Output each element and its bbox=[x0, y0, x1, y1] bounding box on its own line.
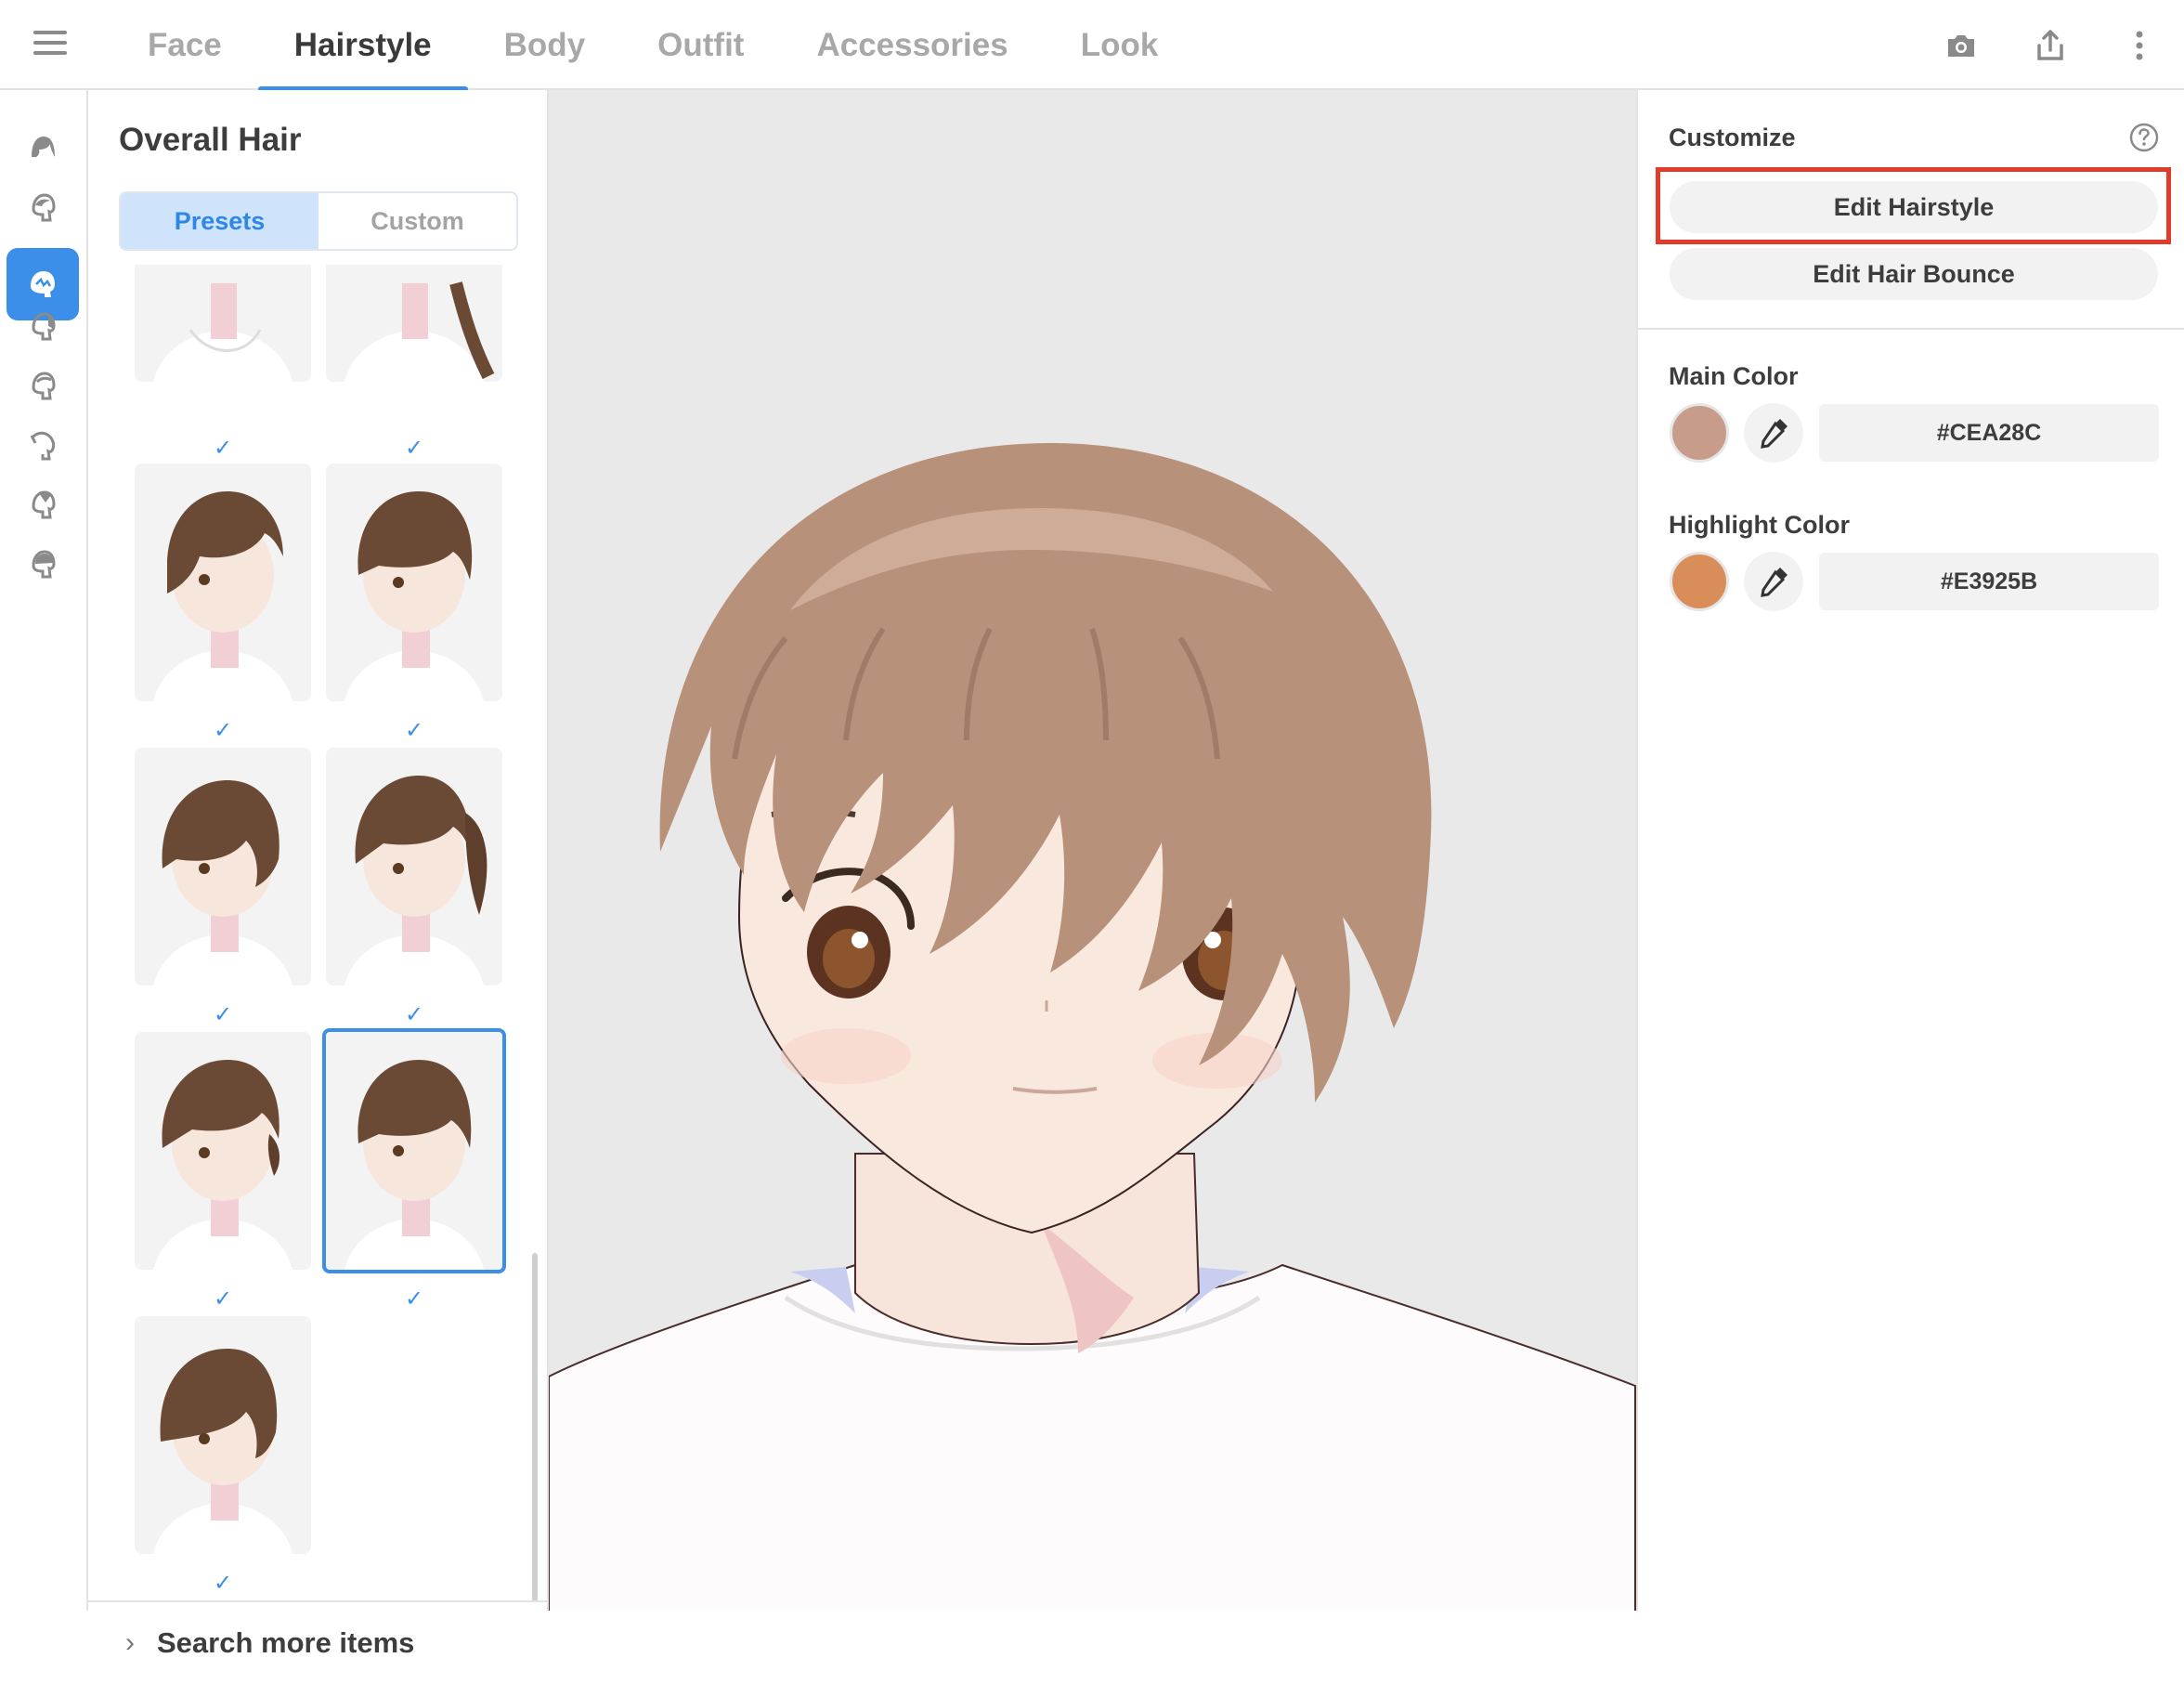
preset-check: ✓ bbox=[404, 1002, 424, 1027]
preset-thumb-selected[interactable] bbox=[322, 1028, 506, 1273]
search-more-label: Search more items bbox=[157, 1626, 415, 1659]
preset-thumb[interactable] bbox=[326, 265, 502, 382]
highlight-color-label: Highlight Color bbox=[1669, 511, 1850, 539]
edit-hairstyle-button[interactable]: Edit Hairstyle bbox=[1670, 181, 2158, 233]
presets-tab[interactable]: Presets bbox=[121, 193, 318, 249]
preset-check: ✓ bbox=[213, 1571, 233, 1596]
main-color-hex-input[interactable] bbox=[1819, 404, 2159, 462]
preset-thumb[interactable] bbox=[135, 1316, 311, 1554]
chevron-right-icon: › bbox=[125, 1627, 135, 1658]
hair-category-rail bbox=[0, 90, 88, 1611]
tab-accessories[interactable]: Accessories bbox=[780, 0, 1044, 90]
preset-check: ✓ bbox=[404, 718, 424, 743]
preset-thumb[interactable] bbox=[326, 748, 502, 986]
customize-title: Customize bbox=[1669, 124, 1796, 151]
camera-icon[interactable] bbox=[1917, 0, 2006, 90]
preset-thumb[interactable] bbox=[326, 463, 502, 701]
hamburger-menu-icon[interactable] bbox=[28, 24, 72, 65]
preset-grid: ✓ ✓ ✓ ✓ ✓ ✓ ✓ ✓ ✓ bbox=[88, 265, 547, 1599]
preset-check: ✓ bbox=[213, 1286, 233, 1312]
preset-check: ✓ bbox=[404, 1286, 424, 1312]
preset-check: ✓ bbox=[404, 436, 424, 461]
category-tabs: Face Hairstyle Body Outfit Accessories L… bbox=[111, 0, 1195, 92]
main-color-swatch[interactable] bbox=[1670, 403, 1729, 463]
overall-hair-panel: Overall Hair Presets Custom ✓ ✓ ✓ ✓ ✓ ✓ bbox=[88, 90, 549, 1659]
preset-thumb[interactable] bbox=[135, 748, 311, 986]
preset-check: ✓ bbox=[213, 1002, 233, 1027]
hair-other-icon[interactable] bbox=[6, 528, 79, 600]
preset-thumb[interactable] bbox=[135, 1032, 311, 1270]
divider bbox=[1638, 328, 2184, 330]
panel-title: Overall Hair bbox=[119, 122, 302, 158]
custom-tab[interactable]: Custom bbox=[318, 193, 516, 249]
preset-thumb[interactable] bbox=[135, 463, 311, 701]
eyedropper-icon[interactable] bbox=[1744, 403, 1803, 463]
main-color-label: Main Color bbox=[1669, 362, 1799, 390]
avatar-preview[interactable] bbox=[549, 90, 1636, 1611]
tab-outfit[interactable]: Outfit bbox=[621, 0, 780, 90]
avatar-render bbox=[549, 443, 1636, 1611]
highlight-color-hex-input[interactable] bbox=[1819, 553, 2159, 610]
tab-look[interactable]: Look bbox=[1045, 0, 1195, 90]
presets-custom-toggle: Presets Custom bbox=[119, 191, 518, 251]
top-actions bbox=[1917, 0, 2184, 90]
tab-body[interactable]: Body bbox=[468, 0, 622, 90]
more-vertical-icon[interactable] bbox=[2095, 0, 2184, 90]
preset-thumb[interactable] bbox=[135, 265, 311, 382]
edit-hair-bounce-button[interactable]: Edit Hair Bounce bbox=[1670, 248, 2158, 300]
preset-check: ✓ bbox=[213, 718, 233, 743]
tab-face[interactable]: Face bbox=[111, 0, 258, 90]
help-icon[interactable] bbox=[2128, 122, 2160, 153]
share-icon[interactable] bbox=[2006, 0, 2095, 90]
panel-scrollbar[interactable] bbox=[532, 1253, 538, 1602]
tab-hairstyle[interactable]: Hairstyle bbox=[257, 0, 468, 92]
top-bar: Face Hairstyle Body Outfit Accessories L… bbox=[0, 0, 2184, 92]
highlight-color-swatch[interactable] bbox=[1670, 552, 1729, 611]
preset-check: ✓ bbox=[213, 436, 233, 461]
search-more-items[interactable]: › Search more items bbox=[88, 1600, 547, 1684]
eyedropper-icon[interactable] bbox=[1744, 552, 1803, 611]
customize-panel: Customize Edit Hairstyle Edit Hair Bounc… bbox=[1636, 90, 2184, 1611]
